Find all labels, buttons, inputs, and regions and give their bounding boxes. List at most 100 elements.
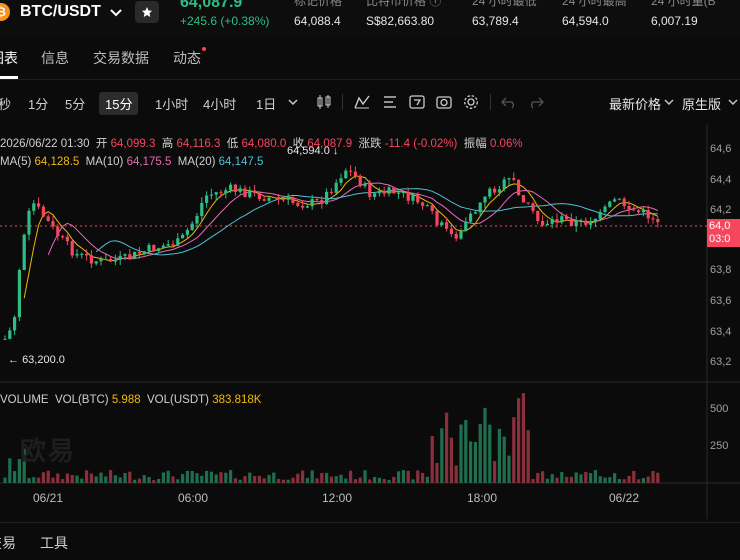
volume-bar — [315, 478, 319, 483]
volume-bar — [190, 471, 194, 483]
notification-dot — [202, 47, 206, 51]
chevron-down-icon[interactable] — [287, 96, 299, 108]
candle-body — [262, 199, 266, 201]
volume-bar — [617, 479, 621, 483]
candle-body — [147, 245, 151, 252]
volume-bar — [560, 472, 564, 483]
timeframe-seconds[interactable]: 秒 — [0, 94, 11, 113]
volume-bar — [555, 477, 559, 483]
timeframe-15m[interactable]: 15分 — [99, 92, 139, 115]
candle-body — [541, 221, 545, 226]
candle-body — [32, 203, 36, 211]
candle-body — [229, 184, 233, 191]
volume-bar — [435, 462, 439, 483]
candle-body — [363, 183, 367, 187]
volume-bar — [584, 471, 588, 483]
timeframe-1d[interactable]: 1日 — [256, 94, 276, 113]
volume-bar — [233, 478, 237, 483]
candle-body — [99, 259, 103, 262]
volume-bar — [128, 471, 132, 483]
volume-bar — [13, 471, 17, 483]
drawing-tools-icon[interactable] — [381, 94, 399, 110]
volume-bar — [257, 475, 261, 483]
screenshot-icon[interactable] — [435, 94, 453, 110]
volume-bar — [536, 472, 540, 483]
volume-bar — [99, 472, 103, 483]
volume-bar — [334, 476, 338, 483]
chevron-down-icon[interactable] — [728, 96, 738, 108]
candle-body — [531, 203, 535, 211]
volume-bar — [574, 472, 578, 483]
volume-bar — [262, 478, 266, 483]
candle-body — [291, 197, 295, 203]
settings-gear-icon[interactable] — [462, 94, 480, 110]
indicators-icon[interactable] — [353, 94, 371, 110]
volume-bar — [373, 476, 377, 483]
volume-bar — [349, 470, 353, 483]
chevron-down-icon[interactable] — [108, 4, 124, 20]
timeframe-4h[interactable]: 4小时 — [203, 94, 236, 113]
template-icon[interactable] — [408, 94, 426, 110]
volume-bar — [579, 474, 583, 483]
candle-body — [622, 198, 626, 207]
volume-axis-label: 250 — [710, 440, 729, 452]
volume-bar — [272, 472, 276, 483]
bitcoin-icon: ₿ — [0, 3, 10, 21]
candle-body — [646, 209, 650, 219]
volume-bar — [392, 476, 396, 483]
candle-body — [190, 223, 194, 231]
candle-body — [483, 196, 487, 203]
volume-bar — [401, 470, 405, 483]
volume-bar — [166, 470, 170, 483]
candle-body — [334, 182, 338, 193]
tab-trading-data[interactable]: 交易数据 — [93, 48, 149, 68]
price-chart[interactable]: 欧易 2026/06/22 01:30 开 64,099.3 高 64,116.… — [0, 124, 740, 519]
price-type-select[interactable]: 最新价格 — [609, 94, 661, 113]
low-annotation: ← 63,200.0 — [8, 354, 65, 366]
volume-bar — [449, 437, 453, 483]
candle-body — [651, 218, 655, 220]
nav-trade[interactable]: 交易 — [0, 533, 16, 553]
chart-type-select[interactable]: 原生版 — [682, 94, 721, 113]
volume-bar — [142, 475, 146, 483]
toolbar-divider — [342, 94, 343, 110]
volume-bar — [478, 423, 482, 483]
candle-body — [325, 191, 329, 205]
candle-body — [176, 238, 180, 246]
candle-body — [526, 202, 530, 204]
volume-bar — [152, 479, 156, 483]
volume-bar — [176, 479, 180, 483]
volume-bar — [430, 436, 434, 483]
volume-bar — [541, 471, 545, 483]
candle-body — [80, 253, 84, 255]
timeframe-1m[interactable]: 1分 — [28, 94, 48, 113]
nav-tools[interactable]: 工具 — [40, 533, 68, 553]
chart-canvas[interactable] — [0, 124, 740, 519]
candle-body — [320, 200, 324, 205]
candle-body — [584, 220, 588, 225]
y-axis-label: 63,8 — [710, 264, 732, 276]
candle-body — [329, 191, 333, 193]
candle-body — [387, 187, 391, 194]
timeframe-5m[interactable]: 5分 — [65, 94, 85, 113]
candle-body — [392, 187, 396, 194]
timeframe-1h[interactable]: 1小时 — [155, 94, 188, 113]
redo-icon[interactable] — [527, 94, 545, 110]
candle-body — [315, 199, 319, 201]
trading-pair[interactable]: BTC/USDT — [20, 3, 101, 21]
tab-feed[interactable]: 动态 — [173, 48, 201, 68]
volume-bar — [416, 470, 420, 483]
candle-body — [152, 245, 156, 252]
candlestick-type-icon[interactable] — [315, 94, 333, 110]
volume-bar — [641, 478, 645, 483]
candle-body — [137, 251, 141, 254]
y-axis-label: 64,2 — [710, 204, 732, 216]
volume-bar — [454, 465, 458, 483]
chevron-down-icon[interactable] — [664, 96, 674, 108]
undo-icon[interactable] — [500, 94, 518, 110]
volume-bar — [517, 398, 521, 483]
tab-info[interactable]: 信息 — [41, 48, 69, 68]
volume-bar — [358, 477, 362, 483]
favorite-button[interactable] — [135, 1, 159, 23]
tab-chart[interactable]: 图表 — [0, 48, 18, 68]
